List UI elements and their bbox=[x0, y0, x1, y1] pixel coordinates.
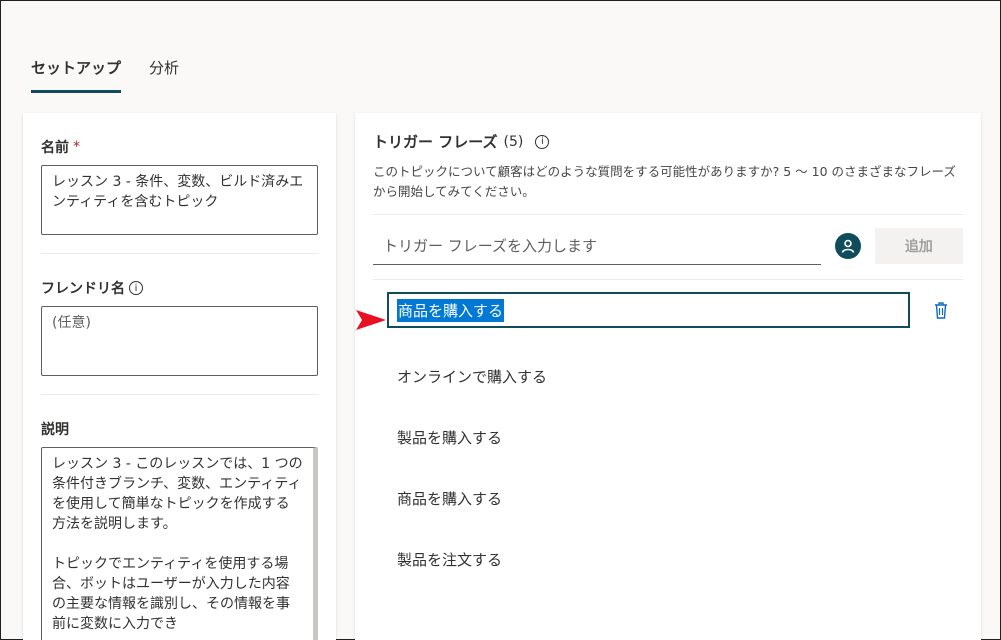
list-item-editing[interactable]: 商品を購入する bbox=[373, 292, 963, 328]
info-icon[interactable]: i bbox=[129, 281, 143, 295]
selected-phrase-text: 商品を購入する bbox=[397, 298, 505, 322]
list-item[interactable]: オンラインで購入する bbox=[373, 346, 963, 407]
friendly-name-label-text: フレンドリ名 bbox=[41, 281, 125, 297]
name-label-text: 名前 bbox=[41, 140, 69, 156]
divider bbox=[41, 394, 318, 395]
divider bbox=[41, 253, 318, 254]
tab-analytics[interactable]: 分析 bbox=[149, 57, 179, 93]
list-item[interactable]: 製品を購入する bbox=[373, 407, 963, 468]
friendly-name-label: フレンドリ名 i bbox=[41, 278, 318, 298]
phrase-edit-field[interactable]: 商品を購入する bbox=[387, 292, 910, 328]
trash-icon[interactable] bbox=[932, 300, 950, 320]
topic-details-panel: 名前 * レッスン 3 - 条件、変数、ビルド済みエンティティを含むトピック フ… bbox=[23, 113, 336, 640]
add-button[interactable]: 追加 bbox=[874, 228, 963, 264]
trigger-phrases-panel: トリガー フレーズ (5) i このトピックについて顧客はどのような質問をする可… bbox=[355, 113, 981, 640]
list-item[interactable]: 商品を購入する bbox=[373, 468, 963, 529]
trigger-phrases-description: このトピックについて顧客はどのような質問をする可能性がありますか? 5 〜 10… bbox=[373, 164, 956, 199]
tab-setup[interactable]: セットアップ bbox=[31, 57, 122, 93]
phrase-input-row: 追加 bbox=[373, 227, 963, 265]
tab-bar: セットアップ 分析 bbox=[31, 57, 179, 93]
required-mark: * bbox=[73, 139, 80, 155]
name-label: 名前 * bbox=[41, 137, 318, 157]
list-item[interactable]: 製品を注文する bbox=[373, 529, 963, 590]
pointer-arrow-icon bbox=[356, 310, 386, 330]
name-field[interactable]: レッスン 3 - 条件、変数、ビルド済みエンティティを含むトピック bbox=[41, 165, 318, 235]
info-icon[interactable]: i bbox=[535, 134, 550, 149]
divider bbox=[373, 279, 963, 280]
description-field[interactable]: レッスン 3 - このレッスンでは、1 つの条件付きブランチ、変数、エンティティ… bbox=[41, 447, 318, 640]
user-avatar-icon[interactable] bbox=[835, 233, 861, 259]
phrase-list: 商品を購入する オンラインで購入する 製品を購入する 商品を購入する 製品を注文… bbox=[373, 292, 963, 590]
trigger-phrases-count: (5) bbox=[503, 133, 524, 150]
trigger-phrase-input[interactable] bbox=[373, 227, 822, 265]
trigger-phrases-title: トリガー フレーズ bbox=[373, 133, 498, 151]
description-paragraph: トピックでエンティティを使用する場合、ボットはユーザーが入力した内容の主要な情報… bbox=[52, 556, 290, 632]
friendly-name-field[interactable]: (任意) bbox=[41, 306, 318, 376]
trigger-phrases-header: トリガー フレーズ (5) i bbox=[373, 131, 963, 152]
divider bbox=[373, 214, 963, 215]
description-label: 説明 bbox=[41, 422, 69, 438]
description-paragraph: レッスン 3 - このレッスンでは、1 つの条件付きブランチ、変数、エンティティ… bbox=[52, 456, 303, 532]
